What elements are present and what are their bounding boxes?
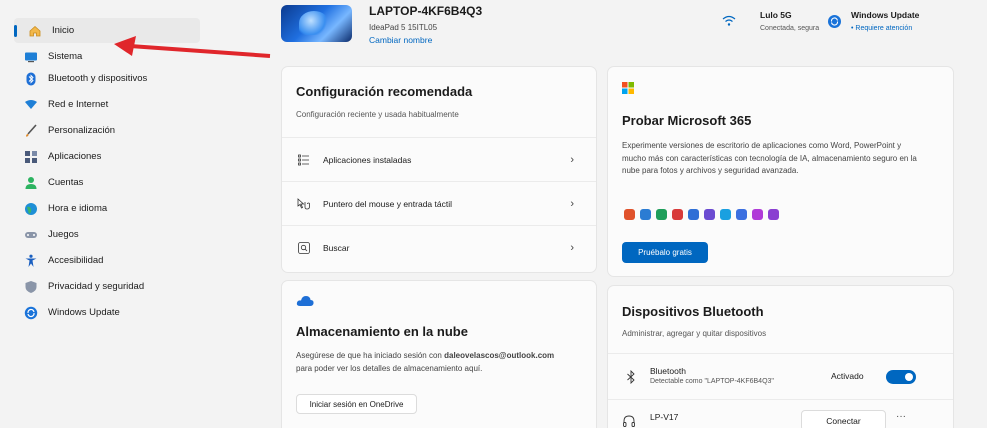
brush-icon (24, 123, 38, 138)
onedrive-icon (720, 209, 731, 220)
clipchamp-icon (752, 209, 763, 220)
sidebar-item-juegos[interactable]: Juegos (14, 222, 200, 247)
system-icon (24, 50, 38, 64)
row-label: Puntero del mouse y entrada táctil (323, 198, 452, 209)
device-name: LP-V17 (650, 412, 679, 422)
sidebar-item-label: Hora e idioma (48, 203, 108, 214)
onenote-icon (704, 209, 715, 220)
card-title: Probar Microsoft 365 (622, 113, 752, 128)
sidebar-item-label: Inicio (52, 25, 75, 36)
home-icon (28, 24, 42, 38)
sidebar-item-red[interactable]: Red e Internet (14, 92, 200, 117)
powerpoint-icon (672, 209, 683, 220)
cloud-description: Asegúrese de que ha iniciado sesión con … (296, 350, 591, 375)
sidebar-item-label: Accesibilidad (48, 255, 104, 266)
cloud-description-prefix: Asegúrese de que ha iniciado sesión con (296, 351, 445, 360)
sidebar-item-privacidad[interactable]: Privacidad y seguridad (14, 274, 200, 299)
bluetooth-label: Bluetooth (650, 366, 686, 376)
card-title: Almacenamiento en la nube (296, 324, 468, 339)
device-row-lp-v17: LP-V17 Conectar ··· (608, 399, 953, 428)
chevron-right-icon: › (570, 197, 574, 210)
device-model: IdeaPad 5 15ITL05 (369, 23, 438, 32)
globe-icon (24, 202, 38, 216)
rename-link[interactable]: Cambiar nombre (369, 35, 432, 45)
bluetooth-toggle-row: Bluetooth Detectable como "LAPTOP-4KF6B4… (608, 353, 953, 399)
row-label: Aplicaciones instaladas (323, 154, 412, 165)
sidebar-item-label: Red e Internet (48, 99, 109, 110)
cloud-description-suffix: para poder ver los detalles de almacenam… (296, 363, 483, 373)
copilot-icon (624, 209, 635, 220)
sidebar-item-personalizacion[interactable]: Personalización (14, 118, 200, 143)
defender-icon (736, 209, 747, 220)
word-icon (640, 209, 651, 220)
card-subtitle: Configuración reciente y usada habitualm… (296, 110, 459, 119)
row-installed-apps[interactable]: Aplicaciones instaladas › (282, 137, 596, 181)
network-icon (24, 98, 38, 112)
sidebar-item-hora[interactable]: Hora e idioma (14, 196, 200, 221)
bluetooth-icon (24, 72, 38, 86)
card-title: Dispositivos Bluetooth (622, 304, 764, 319)
sidebar-item-windows-update[interactable]: Windows Update (14, 300, 200, 325)
outlook-icon (688, 209, 699, 220)
chevron-right-icon: › (570, 153, 574, 166)
windows-update-title[interactable]: Windows Update (851, 10, 919, 20)
device-name: LAPTOP-4KF6B4Q3 (369, 4, 483, 18)
search-icon (297, 241, 311, 255)
microsoft-logo-icon (622, 81, 634, 94)
m365-description: Experimente versiones de escritorio de a… (622, 141, 917, 175)
sidebar-item-aplicaciones[interactable]: Aplicaciones (14, 144, 200, 169)
row-label: Buscar (323, 242, 350, 253)
chevron-right-icon: › (570, 241, 574, 254)
recommended-settings-card: Configuración recomendada Configuración … (281, 66, 597, 273)
list-icon (297, 153, 311, 167)
red-arrow-annotation (114, 36, 271, 58)
sidebar-item-label: Juegos (48, 229, 79, 240)
connect-button[interactable]: Conectar (801, 410, 886, 428)
onedrive-cloud-icon (296, 294, 314, 306)
accessibility-icon (24, 254, 38, 268)
card-subtitle: Administrar, agregar y quitar dispositiv… (622, 329, 767, 338)
windows-update-icon[interactable] (828, 15, 841, 28)
sidebar-item-label: Bluetooth y dispositivos (48, 73, 148, 84)
sidebar-item-label: Sistema (48, 51, 83, 62)
sidebar-item-label: Windows Update (48, 307, 120, 318)
account-email: daleovelascos@outlook.com (444, 351, 555, 360)
gamepad-icon (24, 228, 38, 242)
bluetooth-icon (626, 369, 636, 389)
designer-icon (768, 209, 779, 220)
active-indicator (14, 25, 17, 37)
account-icon (24, 176, 38, 190)
pointer-icon (297, 197, 311, 211)
apps-icon (24, 150, 38, 164)
sidebar-item-label: Personalización (48, 125, 116, 136)
row-mouse-pointer[interactable]: Puntero del mouse y entrada táctil › (282, 181, 596, 225)
bluetooth-state-label: Activado (831, 371, 864, 381)
sidebar-item-bluetooth[interactable]: Bluetooth y dispositivos (14, 66, 200, 91)
more-options-icon[interactable]: ··· (896, 411, 906, 422)
sidebar-item-label: Privacidad y seguridad (48, 281, 145, 292)
device-wallpaper-thumbnail (281, 5, 352, 42)
excel-icon (656, 209, 667, 220)
cloud-storage-card: Almacenamiento en la nube Asegúrese de q… (281, 280, 597, 428)
sidebar-item-cuentas[interactable]: Cuentas (14, 170, 200, 195)
update-icon (24, 306, 38, 320)
bluetooth-devices-card: Dispositivos Bluetooth Administrar, agre… (607, 285, 954, 428)
sidebar-item-accesibilidad[interactable]: Accesibilidad (14, 248, 200, 273)
card-title: Configuración recomendada (296, 84, 473, 99)
bluetooth-toggle[interactable] (886, 370, 916, 384)
headphones-icon (622, 414, 636, 428)
windows-update-status: • Requiere atención (851, 25, 913, 32)
wifi-status: Conectada, segura (760, 25, 820, 32)
wifi-network-name[interactable]: Lulo 5G (760, 10, 792, 20)
row-search[interactable]: Buscar › (282, 225, 596, 269)
try-free-button[interactable]: Pruébalo gratis (622, 242, 708, 263)
microsoft-365-card: Probar Microsoft 365 Experimente version… (607, 66, 954, 277)
bluetooth-discoverable: Detectable como "LAPTOP-4KF6B4Q3" (650, 378, 774, 385)
shield-icon (24, 280, 38, 294)
sidebar-item-label: Aplicaciones (48, 151, 102, 162)
sidebar-item-label: Cuentas (48, 177, 84, 188)
wifi-icon[interactable] (722, 14, 736, 28)
onedrive-sign-in-button[interactable]: Iniciar sesión en OneDrive (296, 394, 417, 414)
